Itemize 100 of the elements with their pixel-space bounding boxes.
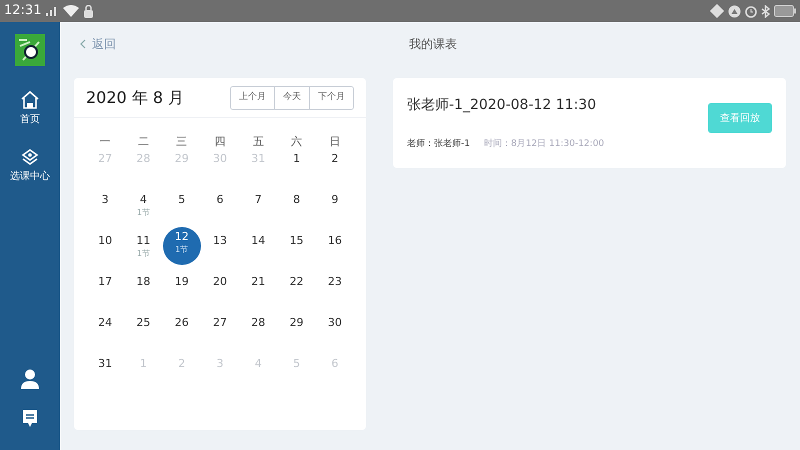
lesson-count: 1节 [136,207,150,219]
day-number: 1 [140,357,147,371]
day-number: 14 [251,234,266,248]
month-nav-button[interactable]: 上个月 [231,86,274,108]
day-number: 7 [254,193,262,207]
day-cell[interactable]: 30 [324,316,346,350]
user-icon[interactable] [21,369,39,389]
alarm-icon [745,4,757,18]
day-number: 13 [212,234,227,248]
day-cell[interactable]: 27 [208,316,231,350]
day-number: 22 [290,275,304,289]
day-cell[interactable]: 16 [324,234,346,268]
day-cell[interactable]: 11 1节 [132,234,154,268]
month-label: 2020 年 8 月 [86,86,184,108]
lesson-title: 张老师-1_2020-08-12 11:30 [407,96,598,115]
day-number: 10 [98,234,112,248]
day-cell[interactable]: 22 [286,275,308,309]
day-cell[interactable]: 28 [247,316,270,350]
day-cell[interactable]: 26 [170,316,193,350]
weekday-label: 二 [138,134,149,150]
day-cell[interactable]: 21 [247,275,270,309]
day-number: 30 [212,152,227,166]
app-logo [15,34,45,66]
day-number: 19 [174,275,189,289]
weekday-label: 六 [291,134,302,150]
day-cell[interactable]: 29 [286,316,308,350]
back-icon [80,39,86,49]
day-cell[interactable]: 1 [289,152,304,186]
day-number: 3 [102,193,109,207]
day-number: 25 [136,316,150,330]
day-number: 18 [136,275,150,289]
lesson-count: 1节 [136,248,150,260]
day-number: 20 [212,275,227,289]
day-cell[interactable]: 19 [170,275,193,309]
nav-label: 选课中心 [10,170,50,184]
day-number: 29 [174,152,189,166]
teacher-label: 老师：张老师-1 [407,138,470,151]
day-number: 5 [293,357,300,371]
bluetooth-icon [761,4,770,18]
day-cell[interactable]: 12 1节 [162,227,201,265]
time-label: 时间：8月12日 11:30-12:00 [484,138,604,151]
day-cell[interactable]: 8 [289,193,304,227]
day-number: 28 [136,152,150,166]
battery-icon [774,5,796,17]
wifi-icon [63,5,80,17]
day-cell[interactable]: 23 [324,275,346,309]
page-title: 我的课表 [409,36,457,53]
day-number: 31 [98,357,112,371]
day-number: 28 [251,316,266,330]
day-cell[interactable]: 18 [132,275,154,309]
lesson-count: 1节 [175,244,188,256]
day-number: 3 [216,357,224,371]
day-cell[interactable]: 7 [250,193,266,227]
day-cell[interactable]: 5 [174,193,190,227]
day-cell[interactable]: 9 [327,193,342,227]
alert-icon [728,4,741,18]
day-number: 29 [290,316,304,330]
day-number: 12 [174,230,189,244]
day-number: 4 [254,357,262,371]
nav-item[interactable]: 选课中心 [10,149,50,184]
day-cell[interactable]: 15 [286,234,308,268]
day-number: 6 [216,193,224,207]
day-number: 8 [293,193,300,207]
day-number: 1 [293,152,300,166]
message-icon[interactable] [22,409,38,428]
day-cell[interactable]: 3 [98,193,113,227]
day-cell[interactable]: 6 [212,193,228,227]
day-cell[interactable]: 10 [94,234,116,268]
day-number: 27 [98,152,112,166]
day-cell[interactable]: 31 [94,357,116,391]
day-number: 30 [328,316,342,330]
day-number: 16 [328,234,342,248]
day-number: 2 [178,357,186,371]
day-number: 4 [140,193,147,207]
month-nav-button[interactable]: 今天 [274,86,309,108]
nav-label: 首页 [20,113,40,127]
day-cell[interactable]: 25 [132,316,154,350]
lock-icon [83,4,94,18]
home-icon [20,90,40,110]
day-cell[interactable]: 20 [208,275,231,309]
day-number: 23 [328,275,342,289]
weekday-label: 一 [100,134,111,150]
day-number: 17 [98,275,112,289]
day-cell[interactable]: 14 [247,234,270,268]
weekday-label: 日 [329,134,340,150]
weekday-label: 五 [252,134,264,150]
day-number: 2 [331,152,338,166]
day-cell[interactable]: 2 [327,152,342,186]
day-cell[interactable]: 13 [208,234,231,268]
month-nav-button[interactable]: 下个月 [309,86,353,108]
day-number: 9 [331,193,338,207]
day-number: 21 [251,275,266,289]
weekday-label: 三 [176,134,188,150]
day-number: 31 [251,152,266,166]
day-cell[interactable]: 17 [94,275,116,309]
day-number: 6 [331,357,338,371]
day-cell[interactable]: 24 [94,316,116,350]
nav-item[interactable]: 首页 [20,90,40,127]
day-number: 24 [98,316,112,330]
day-cell[interactable]: 4 1节 [132,193,154,227]
